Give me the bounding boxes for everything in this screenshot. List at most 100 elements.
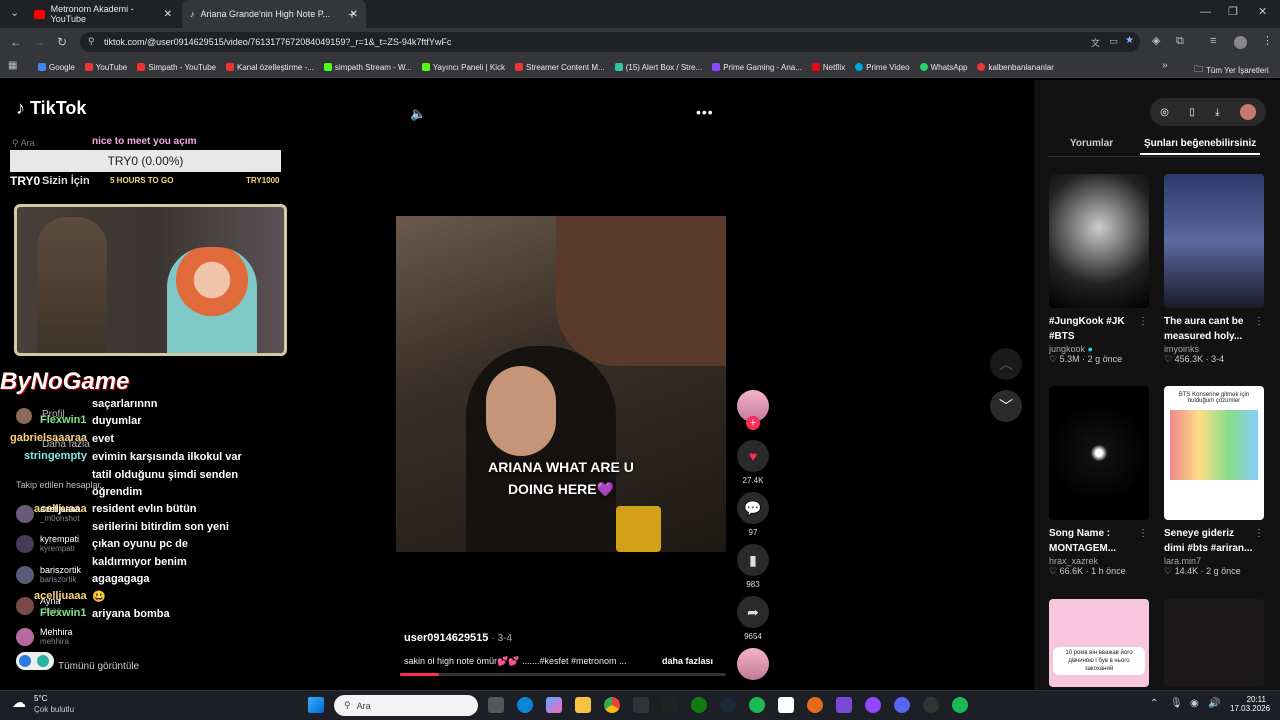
restore-icon[interactable]: ❐ [1228,7,1238,18]
spotify-icon[interactable] [749,697,765,713]
back-icon[interactable]: ← [10,36,22,48]
task-view-icon[interactable] [488,697,504,713]
tab-tiktok[interactable]: ♪ Ariana Grande'nin High Note P... ✕ [182,0,366,28]
following-item[interactable]: bariszortik bariszortik [16,565,81,584]
video-card[interactable]: 10 років він вважав його дівчиною і був … [1049,599,1149,687]
windows-start-icon[interactable] [308,697,324,713]
tray-chevron-icon[interactable]: ⌃ [1150,698,1158,709]
puzzle-icon[interactable]: ⧉ [1176,36,1184,47]
video-author[interactable]: user0914629515 · 3-4 [404,632,512,644]
minimize-icon[interactable]: — [1200,7,1211,18]
copilot-icon[interactable] [546,697,562,713]
speaker-icon[interactable]: 🔊 [1208,698,1220,709]
close-window-icon[interactable]: ✕ [1258,7,1267,18]
following-item[interactable]: Mehhira mehhira [16,627,73,646]
tiktok-logo[interactable]: ♪ TikTok [16,98,86,119]
tab-list-icon[interactable]: ⌄ [10,8,19,19]
bookmark-kalben[interactable]: kalbenbanlananlar [977,63,1054,72]
more-link[interactable]: daha fazlası [662,656,713,666]
stream-widget-toggle[interactable] [16,652,54,670]
following-item[interactable]: acelljuaaa _m0onshot [16,504,81,523]
site-info-icon[interactable]: ⚲ [88,36,95,47]
new-tab-icon[interactable]: + [348,7,356,21]
discord-icon[interactable] [894,697,910,713]
profile-avatar[interactable] [1234,36,1247,49]
taskbar-search[interactable]: ⚲ Ara [334,695,478,716]
weather-icon[interactable]: ☁ [12,694,26,711]
video-card[interactable]: BTS Konserine gitmek için bulduğum çözüm… [1164,386,1264,577]
star-icon[interactable]: ★ [1125,35,1134,46]
video-progress-bar[interactable] [400,673,726,676]
more-options-icon[interactable]: ••• [696,104,714,120]
bookmark-streamer[interactable]: Streamer Content M... [515,63,605,72]
more-bookmarks-icon[interactable]: » [1162,61,1168,71]
bookmark-whatsapp[interactable]: WhatsApp [919,63,967,72]
app-icon[interactable] [807,697,823,713]
user-avatar[interactable] [1239,104,1256,120]
menu-icon[interactable]: ⋮ [1262,36,1273,47]
tab-comments[interactable]: Yorumlar [1070,138,1113,149]
xbox-icon[interactable] [691,697,707,713]
bookmark-prime-video[interactable]: Prime Video [855,63,910,72]
apps-icon[interactable]: ▦ [8,61,17,71]
capcut-icon[interactable] [778,697,794,713]
video-card[interactable]: #JungKook #JK #BTS jungkook ● ♡ 5.3M · 2… [1049,174,1149,365]
phone-icon[interactable]: ▯ [1189,107,1195,118]
url-field[interactable]: ⚲ tiktok.com/@user0914629515/video/76131… [80,32,1140,52]
bookmark-kick-stream[interactable]: simpath Stream - W... [323,63,412,72]
clock[interactable]: 20:11 17.03.2026 [1230,695,1270,713]
compass-icon[interactable]: ◎ [1160,107,1169,118]
sidebar-for-you[interactable]: Sizin İçin [42,175,90,187]
download-icon[interactable]: ⤓ [1215,107,1219,118]
epic-games-icon[interactable] [633,697,649,713]
network-icon[interactable]: ◉ [1190,698,1199,709]
card-menu-icon[interactable]: ⋮ [1254,528,1264,539]
extension-icon[interactable]: ◈ [1152,36,1160,47]
spotify-icon[interactable] [952,697,968,713]
volume-icon[interactable]: 🔈 [410,106,426,122]
app-icon[interactable] [836,697,852,713]
amazon-icon[interactable] [662,697,678,713]
video-player[interactable]: ARIANA WHAT ARE U DOING HERE💜 [396,216,726,552]
twitch-icon[interactable] [865,697,881,713]
bookmark-netflix[interactable]: Netflix [811,63,845,72]
microphone-icon[interactable]: 🎙 [1170,698,1183,709]
follow-plus-icon[interactable]: + [746,416,760,430]
music-disc-button[interactable] [737,648,769,684]
tab-suggestions[interactable]: Şunları beğenebilirsiniz [1144,138,1256,149]
edge-icon[interactable] [517,697,533,713]
video-card[interactable]: The aura cant be measured holy... imyoin… [1164,174,1264,365]
bookmark-prime-gaming[interactable]: Prime Gaming - Ana... [712,63,802,72]
bookmark-alertbox[interactable]: (15) Alert Box / Stre... [614,63,702,72]
share-button[interactable]: ➦ 9654 [737,596,769,641]
translate-icon[interactable]: 文 [1091,36,1100,49]
close-icon[interactable]: ✕ [164,9,172,20]
steam-icon[interactable] [720,697,736,713]
video-card[interactable] [1164,599,1264,687]
next-video-button[interactable]: ﹀ [990,390,1022,422]
card-menu-icon[interactable]: ⋮ [1138,528,1148,539]
tab-youtube[interactable]: Metronom Akademi - YouTube ✕ [26,0,180,28]
bookmark-kick-panel[interactable]: Yayıncı Paneli | Kick [421,63,505,72]
see-all-link[interactable]: Tümünü görüntüle [58,661,139,672]
video-card[interactable]: Song Name : MONTAGEM... hrax_xazrek ♡ 66… [1049,386,1149,577]
bookmark-google[interactable]: Google [38,63,75,72]
cast-icon[interactable]: ▭ [1109,36,1118,47]
bookmark-simpath[interactable]: Simpath - YouTube [137,63,216,72]
media-icon[interactable]: ≡ [1210,36,1216,47]
bookmark-youtube[interactable]: YouTube [84,63,127,72]
obs-icon[interactable] [923,697,939,713]
chrome-icon[interactable] [604,697,620,713]
save-button[interactable]: ▮ 983 [737,544,769,589]
like-button[interactable]: ♥ 27.4K [737,440,769,485]
creator-avatar-button[interactable]: + [737,390,769,430]
all-bookmarks-button[interactable]: 🗀 Tüm Yer İşaretleri [1194,62,1269,78]
card-menu-icon[interactable]: ⋮ [1254,316,1264,327]
card-menu-icon[interactable]: ⋮ [1138,316,1148,327]
bookmark-kanal[interactable]: Kanal özelleştirme -... [225,63,314,72]
following-item[interactable]: kyrempati kyrempati [16,534,79,553]
comment-button[interactable]: 💬 97 [737,492,769,537]
reload-icon[interactable]: ↻ [57,36,67,48]
following-item[interactable]: Ayna _lisaa [16,596,61,615]
previous-video-button[interactable]: ︿ [990,348,1022,380]
